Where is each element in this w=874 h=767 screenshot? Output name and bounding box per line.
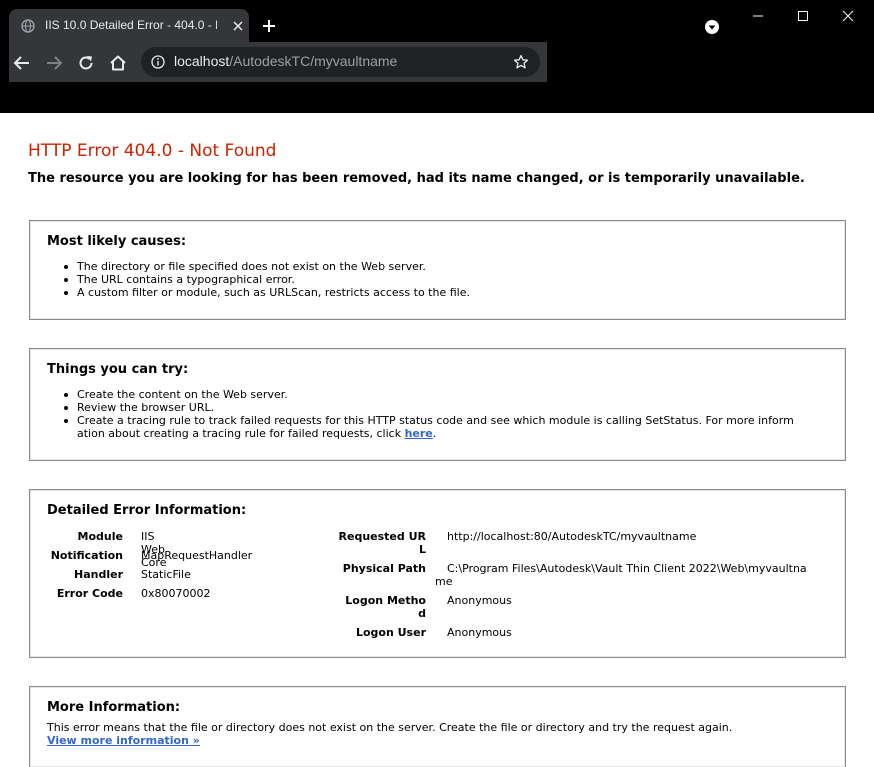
close-icon[interactable] bbox=[838, 6, 858, 26]
list-item: A custom filter or module, such as URLSc… bbox=[64, 286, 817, 299]
notification-label: Notification bbox=[50, 549, 123, 562]
info-icon[interactable] bbox=[151, 55, 165, 69]
notification-value: MapRequestHandler bbox=[141, 549, 253, 562]
detail-panel: Detailed Error Information: Module IIS W… bbox=[29, 489, 846, 658]
requested-url-label-line-1: Requested UR bbox=[338, 530, 426, 543]
try-item-end: . bbox=[432, 427, 437, 440]
requested-url-label: Requested UR L bbox=[320, 530, 426, 556]
handler-value: StaticFile bbox=[141, 568, 191, 581]
error-code-value: 0x80070002 bbox=[141, 587, 211, 600]
list-item: The URL contains a typographical error. bbox=[64, 273, 817, 286]
profile-dropdown-icon[interactable] bbox=[704, 19, 720, 35]
here-link[interactable]: here bbox=[405, 427, 433, 440]
logon-method-label: Logon Metho d bbox=[320, 594, 426, 620]
more-info-heading: More Information: bbox=[47, 700, 181, 715]
browser-tab[interactable]: IIS 10.0 Detailed Error - 404.0 - N bbox=[9, 9, 249, 42]
maximize-icon[interactable] bbox=[793, 6, 813, 26]
try-item-line-1: Create a tracing rule to track failed re… bbox=[77, 414, 794, 427]
logon-user-value: Anonymous bbox=[447, 626, 512, 639]
list-item: Review the browser URL. bbox=[64, 401, 817, 414]
forward-icon[interactable] bbox=[44, 53, 64, 73]
plus-icon[interactable] bbox=[261, 18, 277, 34]
url-path: /AutodeskTC/myvaultname bbox=[229, 53, 398, 69]
url-text[interactable]: localhost/AutodeskTC/myvaultname bbox=[174, 53, 397, 71]
list-item: Create a tracing rule to track failed re… bbox=[64, 414, 817, 440]
address-bar[interactable]: localhost/AutodeskTC/myvaultname bbox=[141, 47, 540, 77]
physical-path-value-line-1: C:\Program Files\Autodesk\Vault Thin Cli… bbox=[447, 562, 807, 575]
more-info-panel: More Information: This error means that … bbox=[29, 686, 846, 767]
more-info-text: This error means that the file or direct… bbox=[47, 721, 733, 734]
logon-user-label: Logon User bbox=[355, 626, 426, 639]
browser-chrome: IIS 10.0 Detailed Error - 404.0 - N loca… bbox=[0, 0, 874, 113]
physical-path-value: C:\Program Files\Autodesk\Vault Thin Cli… bbox=[447, 562, 807, 575]
try-heading: Things you can try: bbox=[47, 362, 189, 377]
logon-method-label-line-1: Logon Metho bbox=[345, 594, 426, 607]
detail-heading: Detailed Error Information: bbox=[47, 503, 247, 518]
try-panel: Things you can try: Create the content o… bbox=[29, 348, 846, 461]
tab-title: IIS 10.0 Detailed Error - 404.0 - N bbox=[45, 18, 217, 32]
error-subtitle: The resource you are looking for has bee… bbox=[28, 171, 805, 186]
logon-method-label-line-2: d bbox=[418, 607, 426, 620]
reload-icon[interactable] bbox=[76, 53, 96, 73]
requested-url-value: http://localhost:80/AutodeskTC/myvaultna… bbox=[447, 530, 697, 543]
requested-url-label-line-2: L bbox=[418, 543, 426, 556]
try-list: Create the content on the Web server. Re… bbox=[64, 388, 817, 440]
handler-label: Handler bbox=[74, 568, 123, 581]
try-item-line-2: ation about creating a tracing rule for … bbox=[77, 427, 405, 440]
logon-method-value: Anonymous bbox=[447, 594, 512, 607]
causes-panel: Most likely causes: The directory or fil… bbox=[29, 220, 846, 320]
module-label: Module bbox=[77, 530, 123, 543]
close-icon[interactable] bbox=[231, 19, 245, 33]
causes-heading: Most likely causes: bbox=[47, 234, 187, 249]
list-item: Create the content on the Web server. bbox=[64, 388, 817, 401]
error-code-label: Error Code bbox=[56, 587, 123, 600]
error-title: HTTP Error 404.0 - Not Found bbox=[28, 141, 277, 161]
home-icon[interactable] bbox=[108, 53, 128, 73]
globe-icon bbox=[21, 19, 35, 33]
list-item: The directory or file specified does not… bbox=[64, 260, 817, 273]
causes-list: The directory or file specified does not… bbox=[64, 260, 817, 299]
page-content: HTTP Error 404.0 - Not Found The resourc… bbox=[0, 113, 874, 767]
back-icon[interactable] bbox=[12, 53, 32, 73]
star-icon[interactable] bbox=[513, 54, 529, 70]
view-more-information-link[interactable]: View more information » bbox=[47, 734, 200, 747]
minimize-icon[interactable] bbox=[748, 6, 768, 26]
physical-path-label: Physical Path bbox=[342, 562, 426, 575]
url-host: localhost bbox=[174, 53, 230, 69]
physical-path-value-line-2: me bbox=[435, 575, 453, 588]
